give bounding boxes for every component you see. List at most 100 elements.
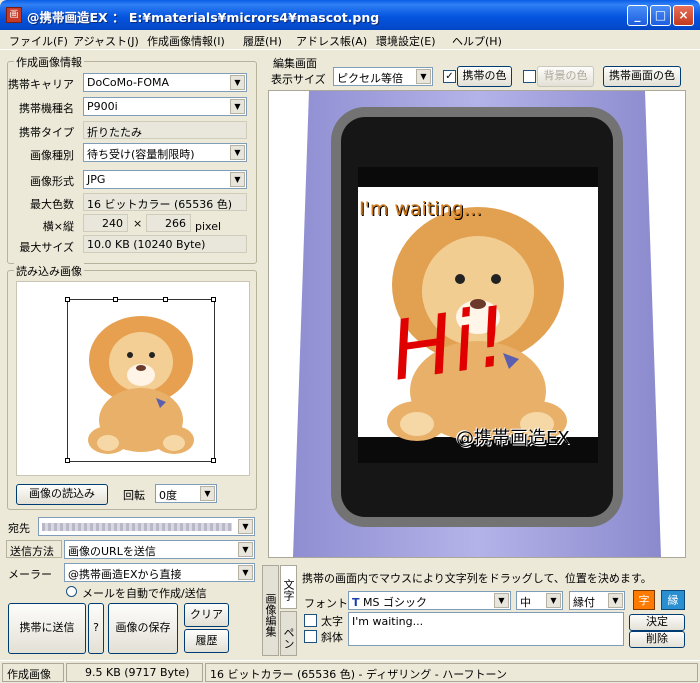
text-input[interactable]: I'm waiting... xyxy=(348,612,624,646)
editor-canvas[interactable]: I'm waiting... Hi! @携帯画造EX xyxy=(268,90,686,558)
format-label: 画像形式 xyxy=(30,175,74,188)
maxsize-label: 最大サイズ xyxy=(19,241,74,254)
send-to-phone-button[interactable]: 携帯に送信 xyxy=(8,603,86,654)
phone-color-checkbox[interactable]: ✓ xyxy=(443,70,456,83)
resize-handle-icon[interactable] xyxy=(65,297,70,302)
window-title: @携帯画造EX ： E:¥materials¥micrors4¥mascot.p… xyxy=(27,10,380,25)
kind-select[interactable]: 待ち受け(容量制限時) ▼ xyxy=(83,143,247,162)
size-label: 横×縦 xyxy=(42,220,74,233)
status-label: 作成画像 xyxy=(2,663,64,682)
carrier-label: 携帯キャリア xyxy=(8,78,74,91)
overlay-watermark-text[interactable]: @携帯画造EX xyxy=(456,424,570,450)
format-select[interactable]: JPG ▼ xyxy=(83,170,247,189)
menu-settings[interactable]: 環境設定(E) xyxy=(376,33,436,49)
dropdown-arrow-icon: ▼ xyxy=(494,593,509,608)
dropdown-arrow-icon: ▼ xyxy=(238,542,253,557)
close-button[interactable]: × xyxy=(673,5,694,26)
bold-checkbox[interactable] xyxy=(304,614,317,627)
clear-button[interactable]: クリア xyxy=(184,603,229,627)
resize-handle-icon[interactable] xyxy=(65,458,70,463)
menu-address-book[interactable]: アドレス帳(A) xyxy=(296,33,367,49)
menu-file[interactable]: ファイル(F) xyxy=(9,33,68,49)
lion-thumbnail xyxy=(88,316,194,454)
rotate-value: 0度 xyxy=(159,489,177,502)
menu-history[interactable]: 履歴(H) xyxy=(243,33,282,49)
loaded-image-area xyxy=(16,281,250,476)
load-image-button[interactable]: 画像の読込み xyxy=(16,484,108,505)
mailer-select[interactable]: @携帯画造EXから直接 ▼ xyxy=(64,563,255,582)
dropdown-arrow-icon: ▼ xyxy=(230,99,245,114)
blurred-address xyxy=(42,523,232,531)
model-select[interactable]: P900i ▼ xyxy=(83,97,247,116)
app-icon: 画 xyxy=(6,7,22,23)
phone-color-button[interactable]: 携帯の色 xyxy=(457,66,512,87)
model-value: P900i xyxy=(87,100,118,113)
resize-handle-icon[interactable] xyxy=(211,458,216,463)
save-image-button[interactable]: 画像の保存 xyxy=(108,603,178,654)
dropdown-arrow-icon: ▼ xyxy=(200,486,215,501)
height-value: 266 xyxy=(146,214,191,232)
screen-color-button[interactable]: 携帯画面の色 xyxy=(603,66,681,87)
size-value: 中 xyxy=(520,596,531,609)
type-label: 携帯タイプ xyxy=(19,126,74,139)
ok-button[interactable]: 決定 xyxy=(629,614,685,631)
kind-value: 待ち受け(容量制限時) xyxy=(87,148,195,161)
method-value: 画像のURLを送信 xyxy=(68,545,156,558)
border-select[interactable]: 縁付 ▼ xyxy=(569,591,625,610)
border-value: 縁付 xyxy=(573,596,595,609)
bold-label: 太字 xyxy=(321,615,343,628)
display-size-select[interactable]: ピクセル等倍 ▼ xyxy=(333,67,433,86)
carrier-select[interactable]: DoCoMo-FOMA ▼ xyxy=(83,73,247,92)
tab-text[interactable]: 文字 xyxy=(280,565,297,609)
status-size: 9.5 KB (9717 Byte) xyxy=(66,663,203,682)
overlay-hi-text[interactable]: Hi! xyxy=(385,289,514,399)
format-value: JPG xyxy=(87,173,106,186)
auto-send-radio[interactable] xyxy=(66,586,77,597)
char-color-button[interactable]: 字 xyxy=(633,590,655,610)
rotate-label: 回転 xyxy=(123,489,145,502)
mailer-label: メーラー xyxy=(8,568,52,581)
status-bar: 作成画像 9.5 KB (9717 Byte) 16 ビットカラー (65536… xyxy=(0,660,700,683)
display-size-label: 表示サイズ xyxy=(271,73,326,86)
resize-handle-icon[interactable] xyxy=(211,297,216,302)
rotate-select[interactable]: 0度 ▼ xyxy=(155,484,217,503)
delete-button[interactable]: 削除 xyxy=(629,631,685,648)
dropdown-arrow-icon: ▼ xyxy=(230,145,245,160)
tab-image-edit[interactable]: 画像編集 xyxy=(262,565,279,656)
image-info-title: 作成画像情報 xyxy=(14,54,84,70)
times-sign: × xyxy=(133,217,143,230)
tab-pen[interactable]: ペン xyxy=(280,611,297,656)
history-button[interactable]: 履歴 xyxy=(184,629,229,653)
menu-bar: ファイル(F) アジャスト(J) 作成画像情報(I) 履歴(H) アドレス帳(A… xyxy=(0,30,700,50)
model-label: 携帯機種名 xyxy=(19,102,74,115)
edge-color-button[interactable]: 縁 xyxy=(661,590,685,610)
pixel-unit: pixel xyxy=(195,220,222,233)
dropdown-arrow-icon: ▼ xyxy=(238,565,253,580)
bg-color-button[interactable]: 背景の色 xyxy=(537,66,594,87)
minimize-button[interactable]: _ xyxy=(627,5,648,26)
menu-adjust[interactable]: アジャスト(J) xyxy=(73,33,139,49)
loaded-image-title: 読み込み画像 xyxy=(14,263,84,279)
dropdown-arrow-icon: ▼ xyxy=(416,69,431,84)
help-button[interactable]: ? xyxy=(88,603,104,654)
resize-handle-icon[interactable] xyxy=(113,297,118,302)
size-select[interactable]: 中 ▼ xyxy=(516,591,563,610)
dropdown-arrow-icon: ▼ xyxy=(546,593,561,608)
editor-title: 編集画面 xyxy=(273,57,317,70)
bg-color-checkbox[interactable] xyxy=(523,70,536,83)
colors-label: 最大色数 xyxy=(30,198,74,211)
menu-image-info[interactable]: 作成画像情報(I) xyxy=(147,33,225,49)
carrier-value: DoCoMo-FOMA xyxy=(87,76,170,89)
method-select[interactable]: 画像のURLを送信 ▼ xyxy=(64,540,255,559)
italic-checkbox[interactable] xyxy=(304,630,317,643)
image-selection-frame[interactable] xyxy=(65,297,216,463)
font-select[interactable]: T MS ゴシック ▼ xyxy=(348,591,511,610)
maximize-button[interactable]: □ xyxy=(650,5,671,26)
overlay-waiting-text[interactable]: I'm waiting... xyxy=(359,198,482,220)
menu-help[interactable]: ヘルプ(H) xyxy=(452,33,502,49)
resize-handle-icon[interactable] xyxy=(163,297,168,302)
to-select[interactable]: ▼ xyxy=(38,517,255,536)
type-value: 折りたたみ xyxy=(83,121,247,139)
auto-send-label: メールを自動で作成/送信 xyxy=(82,587,207,600)
mailer-value: @携帯画造EXから直接 xyxy=(68,568,182,581)
